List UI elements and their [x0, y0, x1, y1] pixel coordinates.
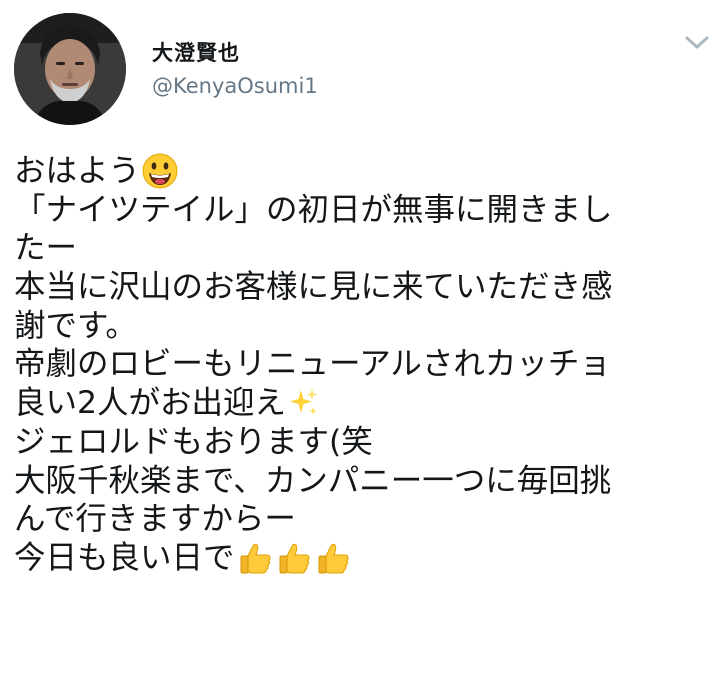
tweet-line-text: おはよう	[14, 153, 141, 189]
thumbs-up-emoji	[316, 540, 352, 576]
tweet-line-text: たー	[14, 230, 78, 267]
tweet-line-text: 本当に沢山のお客様に見に来ていただき感	[14, 269, 613, 306]
tweet-card: 大澄賢也 @KenyaOsumi1 おはよう 「ナイツテイル」の初日が無事に開き…	[0, 0, 720, 681]
author-display-name[interactable]: 大澄賢也	[152, 37, 240, 67]
thumbs-up-emoji	[238, 540, 274, 576]
avatar[interactable]	[14, 13, 126, 125]
tweet-line-text: 「ナイツテイル」の初日が無事に開きまし	[14, 191, 613, 228]
tweet-line: んで行きますからー	[14, 500, 714, 539]
tweet-line: たー	[14, 229, 714, 268]
tweet-line: 謝です。	[14, 307, 714, 346]
tweet-line-text: 大阪千秋楽まで、カンパニー一つに毎回挑	[14, 462, 612, 499]
avatar-photo	[14, 13, 126, 125]
thumbs-up-emoji	[277, 540, 313, 576]
tweet-text: おはよう 「ナイツテイル」の初日が無事に開きまし たー 本当に沢山のお客様に見に…	[14, 152, 714, 578]
tweet-line-text: 今日も良い日で	[14, 539, 235, 576]
tweet-line-text: 良い2人がお出迎え	[14, 385, 287, 422]
tweet-line: 本当に沢山のお客様に見に来ていただき感	[14, 268, 714, 307]
tweet-line: 「ナイツテイル」の初日が無事に開きまし	[14, 191, 714, 230]
tweet-line-text: 謝です。	[14, 307, 137, 344]
chevron-down-icon[interactable]	[684, 34, 710, 52]
tweet-line: 今日も良い日で	[14, 539, 714, 578]
tweet-line: ジェロルドもおります(笑	[14, 423, 714, 462]
grinning-face-emoji	[142, 153, 178, 189]
tweet-line: 帝劇のロビーもリニューアルされカッチョ	[14, 345, 714, 384]
tweet-line: 良い2人がお出迎え	[14, 384, 714, 423]
tweet-line: 大阪千秋楽まで、カンパニー一つに毎回挑	[14, 462, 714, 501]
tweet-line: おはよう	[14, 152, 714, 191]
sparkles-emoji	[288, 387, 320, 419]
tweet-line-text: んで行きますからー	[14, 501, 296, 538]
tweet-line-text: 帝劇のロビーもリニューアルされカッチョ	[14, 346, 611, 383]
tweet-line-text: ジェロルドもおります(笑	[14, 423, 373, 460]
author-handle[interactable]: @KenyaOsumi1	[152, 74, 318, 98]
